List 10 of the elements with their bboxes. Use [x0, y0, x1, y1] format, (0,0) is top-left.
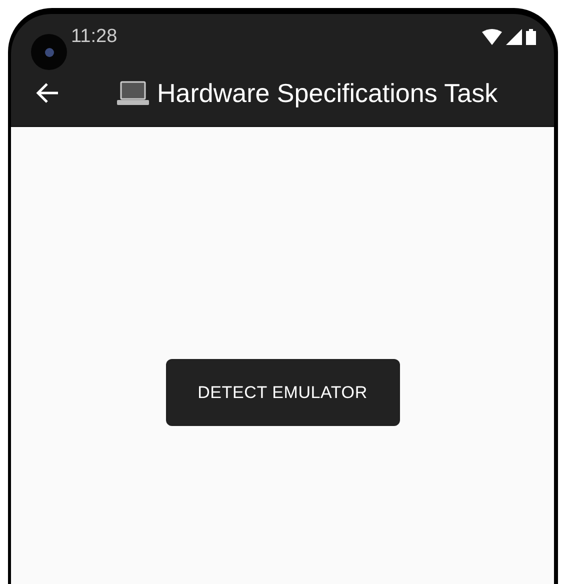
wifi-icon: [482, 29, 502, 45]
laptop-icon: [117, 81, 149, 105]
camera-icon: [31, 34, 67, 70]
battery-icon: [526, 29, 536, 45]
status-time: 11:28: [71, 26, 118, 48]
signal-icon: [506, 29, 522, 45]
back-arrow-icon: [35, 82, 59, 104]
back-button[interactable]: [35, 82, 59, 104]
detect-emulator-button[interactable]: DETECT EMULATOR: [166, 359, 400, 426]
screen-title: Hardware Specifications Task: [157, 78, 498, 108]
